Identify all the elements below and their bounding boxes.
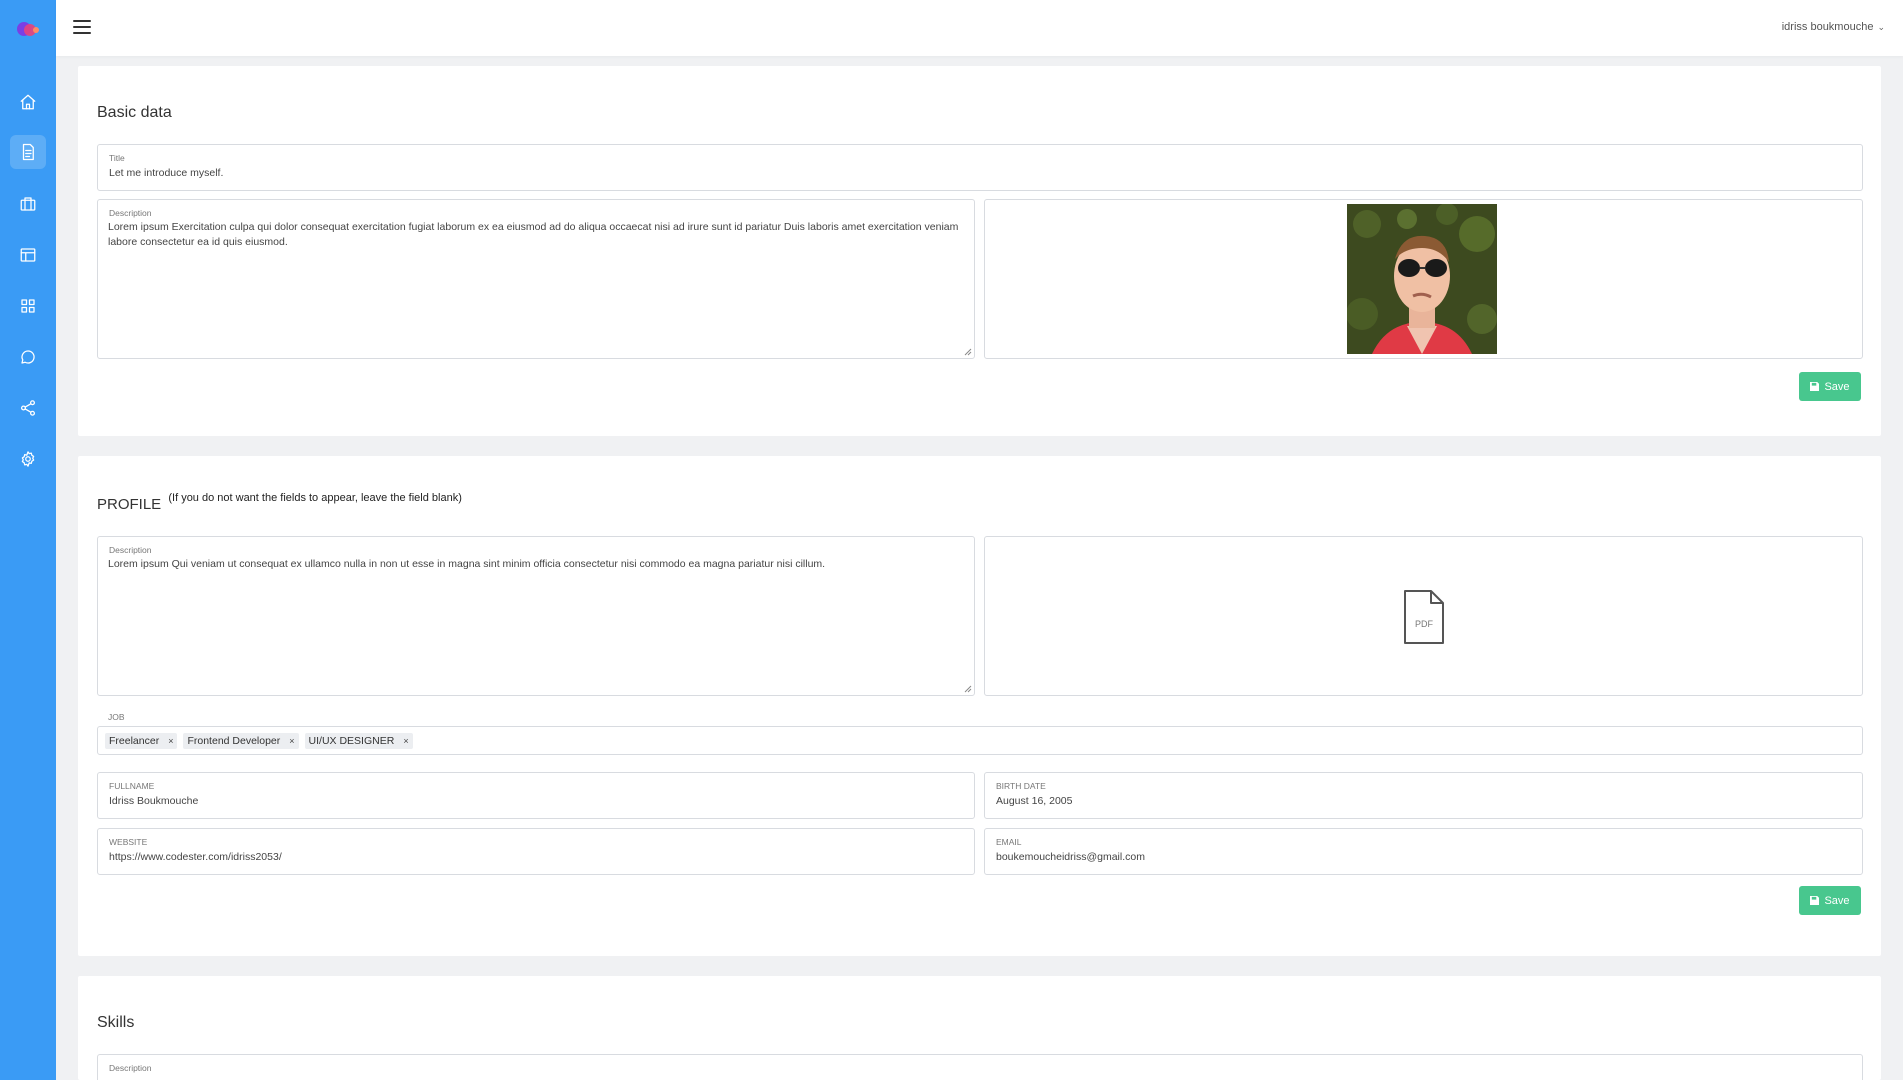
chat-icon bbox=[21, 350, 35, 364]
profile-description-label: Description bbox=[109, 545, 152, 555]
description-label: Description bbox=[109, 208, 152, 218]
profile-note: (If you do not want the fields to appear… bbox=[168, 492, 462, 504]
pdf-file-icon: PDF bbox=[1404, 590, 1444, 644]
job-label: JOB bbox=[108, 712, 125, 722]
sidebar-item-home[interactable] bbox=[10, 85, 46, 119]
save-icon bbox=[1810, 382, 1820, 391]
remove-tag-icon[interactable]: × bbox=[168, 736, 173, 746]
sidebar-item-messages[interactable] bbox=[10, 340, 46, 374]
fullname-value: Idriss Boukmouche bbox=[109, 795, 199, 807]
menu-toggle-icon[interactable] bbox=[73, 20, 91, 36]
birth-date-value: August 16, 2005 bbox=[996, 795, 1073, 807]
title-label: Title bbox=[109, 153, 125, 163]
resize-grip-icon[interactable] bbox=[964, 685, 972, 693]
layout-icon bbox=[20, 248, 36, 262]
briefcase-icon bbox=[20, 197, 36, 211]
user-name: idriss boukmouche bbox=[1781, 21, 1874, 33]
sidebar-item-share[interactable] bbox=[10, 391, 46, 425]
skills-heading: Skills bbox=[97, 1014, 135, 1031]
fullname-field[interactable]: FULLNAME Idriss Boukmouche bbox=[97, 772, 975, 819]
profile-description-field[interactable]: Description Lorem ipsum Qui veniam ut co… bbox=[97, 536, 975, 696]
save-icon bbox=[1810, 896, 1820, 905]
job-tag-label: Frontend Developer bbox=[187, 734, 281, 747]
user-menu[interactable]: idriss boukmouche ⌄ bbox=[1782, 21, 1885, 33]
remove-tag-icon[interactable]: × bbox=[403, 736, 408, 746]
basic-data-card: Basic data Title Let me introduce myself… bbox=[78, 66, 1881, 436]
website-value: https://www.codester.com/idriss2053/ bbox=[109, 851, 282, 863]
topbar: idriss boukmouche ⌄ bbox=[56, 0, 1903, 56]
fullname-label: FULLNAME bbox=[109, 781, 155, 791]
profile-description-textarea[interactable]: Lorem ipsum Qui veniam ut consequat ex u… bbox=[108, 557, 966, 691]
title-value: Let me introduce myself. bbox=[109, 167, 224, 179]
website-label: WEBSITE bbox=[109, 837, 148, 847]
basic-description-textarea[interactable]: Lorem ipsum Exercitation culpa qui dolor… bbox=[108, 220, 966, 354]
sidebar-item-settings[interactable] bbox=[10, 442, 46, 476]
sidebar-item-layout[interactable] bbox=[10, 238, 46, 272]
home-icon bbox=[20, 94, 36, 110]
resize-grip-icon[interactable] bbox=[964, 348, 972, 356]
pdf-upload-box[interactable]: PDF bbox=[984, 536, 1863, 696]
profile-heading: PROFILE (If you do not want the fields t… bbox=[97, 492, 462, 513]
birth-date-field[interactable]: BIRTH DATE August 16, 2005 bbox=[984, 772, 1863, 819]
profile-photo-image bbox=[1347, 204, 1497, 354]
image-upload-box[interactable] bbox=[984, 199, 1863, 359]
profile-save-label: Save bbox=[1824, 894, 1850, 907]
job-tag: Frontend Developer × bbox=[183, 732, 299, 749]
profile-heading-text: PROFILE bbox=[97, 496, 162, 513]
basic-description-field[interactable]: Description Lorem ipsum Exercitation cul… bbox=[97, 199, 975, 359]
title-field[interactable]: Title Let me introduce myself. bbox=[97, 144, 1863, 191]
job-tags-field[interactable]: Freelancer × Frontend Developer × UI/UX DE… bbox=[97, 726, 1863, 755]
basic-data-heading: Basic data bbox=[97, 104, 172, 121]
document-icon bbox=[22, 143, 34, 161]
profile-card: PROFILE (If you do not want the fields t… bbox=[78, 456, 1881, 956]
skills-description-label: Description bbox=[109, 1063, 152, 1073]
job-tag: Freelancer × bbox=[105, 732, 178, 749]
basic-save-label: Save bbox=[1824, 380, 1850, 393]
email-field[interactable]: EMAIL boukemoucheidriss@gmail.com bbox=[984, 828, 1863, 875]
sidebar-item-documents[interactable] bbox=[10, 135, 46, 169]
profile-photo[interactable] bbox=[1347, 204, 1497, 354]
job-tag-label: UI/UX DESIGNER bbox=[308, 734, 395, 747]
profile-save-button[interactable]: Save bbox=[1799, 886, 1861, 915]
email-label: EMAIL bbox=[996, 837, 1022, 847]
grid-icon bbox=[21, 299, 35, 313]
job-tags: Freelancer × Frontend Developer × UI/UX DE… bbox=[98, 727, 1862, 754]
settings-icon bbox=[21, 451, 35, 467]
sidebar-item-apps[interactable] bbox=[10, 289, 46, 323]
sidebar-item-portfolio[interactable] bbox=[10, 187, 46, 221]
skills-description-field[interactable]: Description bbox=[97, 1054, 1863, 1080]
app-logo-icon[interactable] bbox=[16, 20, 40, 38]
email-value: boukemoucheidriss@gmail.com bbox=[996, 851, 1145, 863]
remove-tag-icon[interactable]: × bbox=[289, 736, 294, 746]
chevron-down-icon: ⌄ bbox=[1877, 21, 1885, 32]
skills-card: Skills Description bbox=[78, 976, 1881, 1080]
website-field[interactable]: WEBSITE https://www.codester.com/idriss2… bbox=[97, 828, 975, 875]
job-tag: UI/UX DESIGNER × bbox=[304, 732, 413, 749]
share-icon bbox=[20, 400, 36, 416]
basic-save-button[interactable]: Save bbox=[1799, 372, 1861, 401]
sidebar bbox=[0, 0, 56, 1080]
birth-date-label: BIRTH DATE bbox=[996, 781, 1046, 791]
pdf-label: PDF bbox=[1415, 619, 1434, 629]
job-tag-label: Freelancer bbox=[109, 734, 160, 747]
